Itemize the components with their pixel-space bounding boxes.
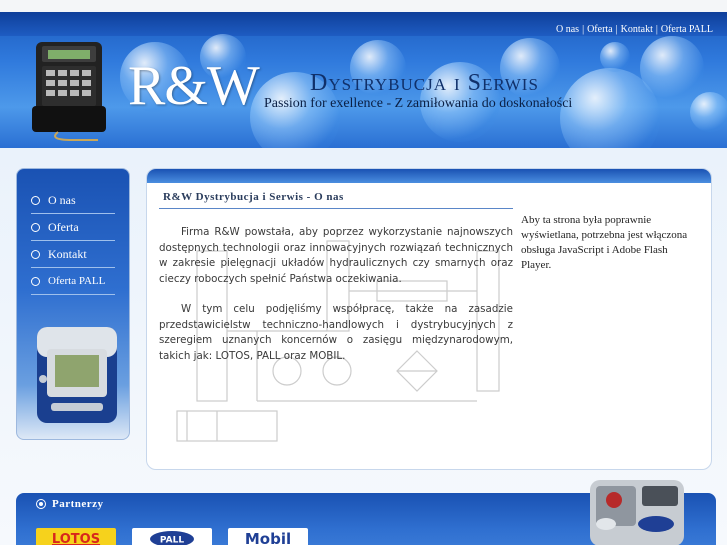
page-title: R&W Dystrybucja i Serwis - O nas xyxy=(163,191,344,203)
company-name: Dystrybucja i Serwis xyxy=(310,70,539,96)
bullet-icon xyxy=(31,222,40,232)
particle-counter-image xyxy=(37,327,117,423)
sidebar-item-label: Oferta PALL xyxy=(48,275,106,287)
top-nav-kontakt[interactable]: Kontakt xyxy=(621,24,653,35)
partner-logo-mobil[interactable]: Mobil xyxy=(228,528,308,545)
bubble xyxy=(690,92,727,132)
article-paragraph: Firma R&W powstała, aby poprzez wykorzys… xyxy=(159,226,513,285)
bullet-icon xyxy=(36,499,46,509)
sidebar: O nas Oferta Kontakt Oferta PALL xyxy=(16,168,130,440)
top-nav-oferta[interactable]: Oferta xyxy=(587,24,613,35)
bubble xyxy=(600,42,630,72)
partner-logo-pall[interactable]: PALL xyxy=(132,528,212,545)
pall-logo-icon: PALL xyxy=(150,531,194,545)
partners-heading: Partnerzy xyxy=(36,498,104,510)
sidebar-menu: O nas Oferta Kontakt Oferta PALL xyxy=(17,187,129,295)
content-top-strip xyxy=(147,169,711,183)
sidebar-item-label: Oferta xyxy=(48,219,79,234)
article-body: Firma R&W powstała, aby poprzez wykorzys… xyxy=(159,225,513,379)
bullet-icon xyxy=(31,195,40,205)
top-nav-oferta-pall[interactable]: Oferta PALL xyxy=(661,24,713,35)
nav-separator: | xyxy=(615,24,618,35)
sidebar-item-o-nas[interactable]: O nas xyxy=(31,187,115,214)
top-nav-o-nas[interactable]: O nas xyxy=(556,24,579,35)
main-content: R&W Dystrybucja i Serwis - O nas Firma R… xyxy=(146,168,712,470)
site-logo[interactable]: R&W xyxy=(128,58,260,114)
slogan: Passion for exellence - Z zamiłowania do… xyxy=(264,96,573,111)
bullet-icon xyxy=(31,249,40,259)
bullet-icon xyxy=(31,276,40,286)
bubble xyxy=(640,36,704,100)
sidebar-item-label: Kontakt xyxy=(48,246,87,261)
device-image xyxy=(32,42,106,141)
flash-notice: Aby ta strona była poprawnie wyświetlana… xyxy=(521,214,688,271)
pall-logo-text: PALL xyxy=(160,536,184,545)
partners-heading-label: Partnerzy xyxy=(52,498,104,510)
nav-separator: | xyxy=(582,24,585,35)
partner-logo-lotos[interactable]: LOTOS xyxy=(36,528,116,545)
site-header: O nas | Oferta | Kontakt | Oferta PALL R&W Dys… xyxy=(0,12,727,148)
sidebar-item-label: O nas xyxy=(48,192,76,207)
top-nav: O nas | Oferta | Kontakt | Oferta PALL xyxy=(556,24,713,35)
title-divider xyxy=(159,208,513,209)
sidebar-item-kontakt[interactable]: Kontakt xyxy=(31,241,115,268)
nav-separator: | xyxy=(655,24,658,35)
article-paragraph: W tym celu podjęliśmy współpracę, także … xyxy=(159,303,513,362)
top-gap xyxy=(0,0,727,12)
pall-unit-image xyxy=(590,480,684,545)
sidebar-item-oferta-pall[interactable]: Oferta PALL xyxy=(31,268,115,295)
sidebar-item-oferta[interactable]: Oferta xyxy=(31,214,115,241)
